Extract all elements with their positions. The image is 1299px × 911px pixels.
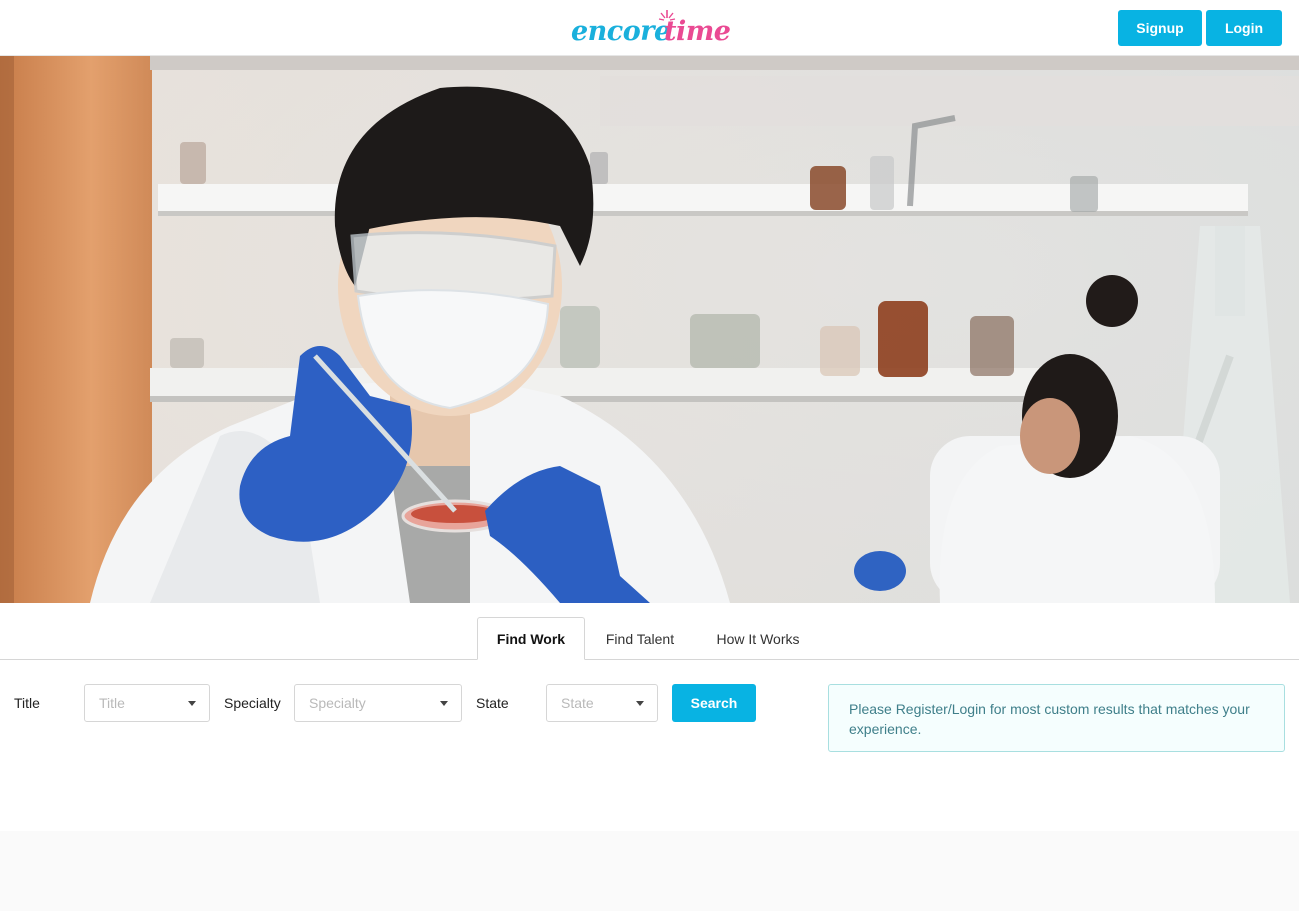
tab-find-talent[interactable]: Find Talent <box>590 617 690 660</box>
search-button[interactable]: Search <box>672 684 756 722</box>
login-button[interactable]: Login <box>1206 10 1282 46</box>
logo-word-time: time <box>664 16 731 47</box>
specialty-filter-label: Specialty <box>224 695 281 711</box>
hero-image <box>0 56 1299 603</box>
specialty-select-placeholder: Specialty <box>309 695 366 711</box>
top-header: encore time Signup Login <box>0 0 1299 56</box>
specialty-select[interactable]: Specialty <box>294 684 462 722</box>
title-select[interactable]: Title <box>84 684 210 722</box>
title-filter-label: Title <box>14 695 40 711</box>
state-select[interactable]: State <box>546 684 658 722</box>
login-notice: Please Register/Login for most custom re… <box>828 684 1285 752</box>
tab-find-work[interactable]: Find Work <box>477 617 585 660</box>
tab-how-it-works[interactable]: How It Works <box>700 617 816 660</box>
chevron-down-icon <box>188 701 196 706</box>
title-select-placeholder: Title <box>99 695 125 711</box>
chevron-down-icon <box>636 701 644 706</box>
state-select-placeholder: State <box>561 695 594 711</box>
lab-scientist-illustration <box>0 56 1299 603</box>
encoretime-logo[interactable]: encore time <box>570 8 731 48</box>
signup-button[interactable]: Signup <box>1118 10 1202 46</box>
chevron-down-icon <box>440 701 448 706</box>
state-filter-label: State <box>476 695 509 711</box>
search-panel: Find Work Find Talent How It Works Title… <box>0 603 1299 831</box>
